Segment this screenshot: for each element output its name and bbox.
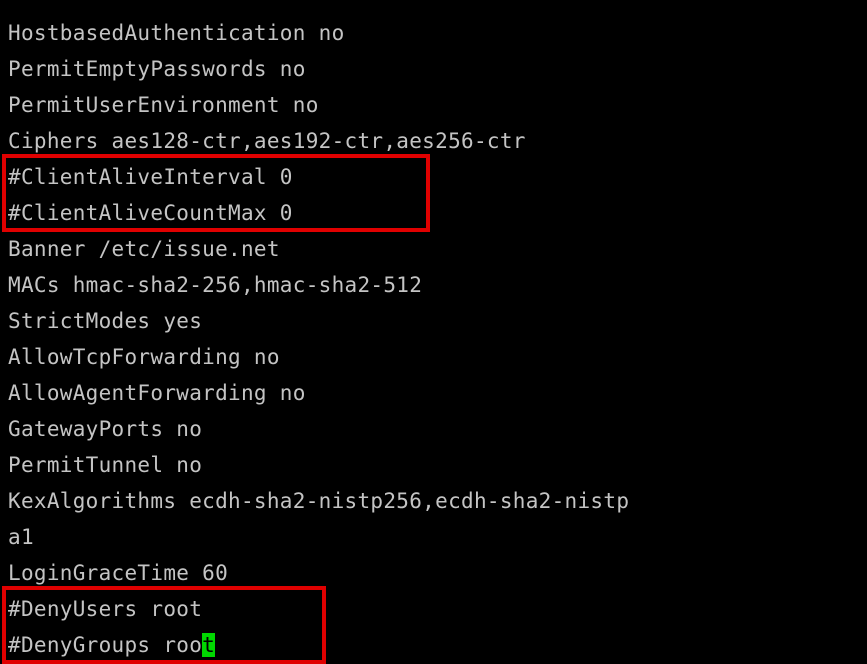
config-line: GatewayPorts no — [8, 417, 203, 441]
config-line: HostbasedAuthentication no — [8, 21, 345, 45]
config-line: Ciphers aes128-ctr,aes192-ctr,aes256-ctr — [8, 129, 526, 153]
terminal-window[interactable]: HostbasedAuthentication no PermitEmptyPa… — [0, 0, 867, 664]
highlight-box-deny — [2, 586, 326, 664]
config-line: a1 — [8, 525, 34, 549]
config-line: KexAlgorithms ecdh-sha2-nistp256,ecdh-sh… — [8, 489, 630, 513]
config-line: LoginGraceTime 60 — [8, 561, 229, 585]
highlight-box-client-alive — [2, 154, 430, 232]
config-line: AllowAgentForwarding no — [8, 381, 306, 405]
config-line: PermitEmptyPasswords no — [8, 57, 306, 81]
config-line: StrictModes yes — [8, 309, 203, 333]
config-line: PermitUserEnvironment no — [8, 93, 319, 117]
config-line: PermitTunnel no — [8, 453, 203, 477]
config-line: MACs hmac-sha2-256,hmac-sha2-512 — [8, 273, 423, 297]
config-line: AllowTcpForwarding no — [8, 345, 280, 369]
config-line: Banner /etc/issue.net — [8, 237, 280, 261]
